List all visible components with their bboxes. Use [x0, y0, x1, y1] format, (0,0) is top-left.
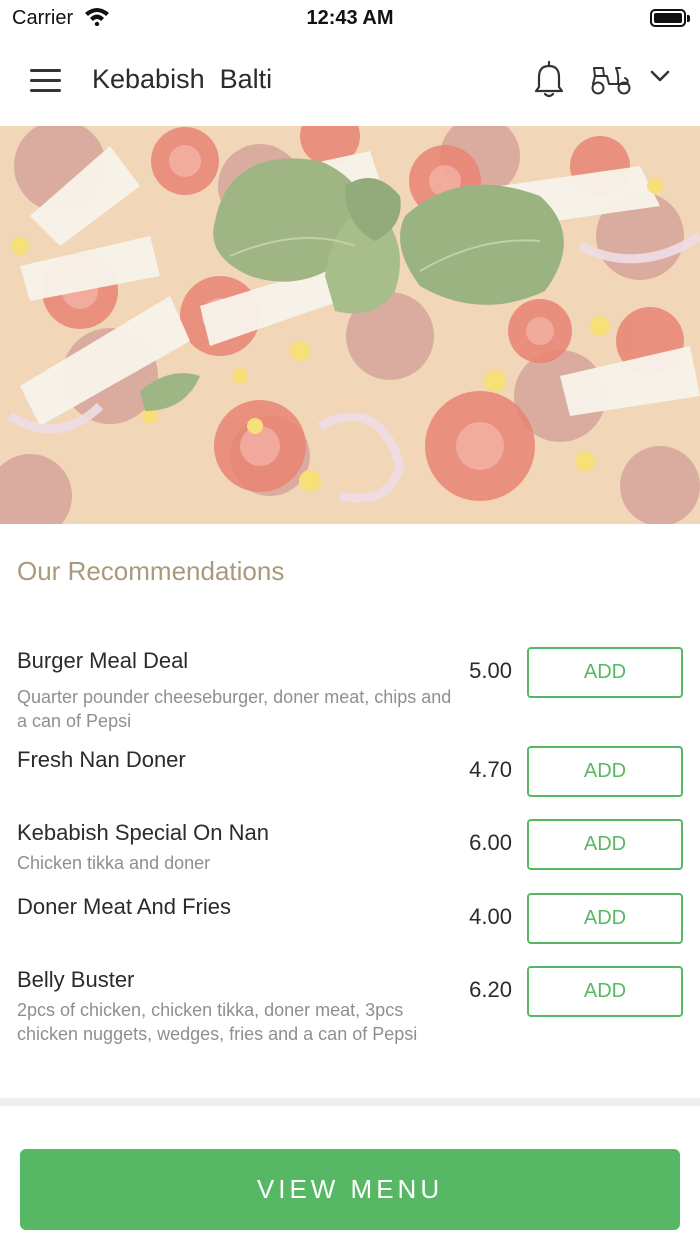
item-price: 4.70 [469, 757, 512, 782]
chevron-down-icon[interactable] [649, 69, 671, 88]
battery-icon [650, 9, 690, 27]
item-name: Burger Meal Deal [17, 648, 189, 673]
app-header: Kebabish Balti [0, 36, 700, 126]
add-button[interactable]: ADD [527, 966, 683, 1017]
recommendations-heading: Our Recommendations [17, 556, 285, 586]
item-name: Doner Meat And Fries [17, 894, 231, 919]
add-button[interactable]: ADD [527, 893, 683, 944]
item-price: 6.00 [469, 830, 512, 855]
item-price: 5.00 [469, 658, 512, 683]
clock: 12:43 AM [306, 7, 394, 29]
item-name: Belly Buster [17, 967, 135, 992]
bell-icon[interactable] [531, 59, 567, 104]
scooter-icon[interactable] [589, 64, 633, 101]
item-name: Kebabish Special On Nan [17, 820, 269, 845]
item-description: Quarter pounder cheeseburger, doner meat… [17, 687, 452, 731]
item-name: Fresh Nan Doner [17, 747, 186, 772]
view-menu-button[interactable]: VIEW MENU [20, 1149, 680, 1230]
item-description: Chicken tikka and doner [17, 853, 211, 873]
item-price: 6.20 [469, 977, 512, 1002]
restaurant-title: Kebabish Balti [92, 64, 273, 94]
status-bar: Carrier 12:43 AM [0, 0, 700, 36]
add-button[interactable]: ADD [527, 819, 683, 870]
add-button[interactable]: ADD [527, 647, 683, 698]
hero-pizza-image [0, 126, 700, 524]
item-price: 4.00 [469, 904, 512, 929]
item-description: 2pcs of chicken, chicken tikka, doner me… [17, 1000, 418, 1044]
section-divider [0, 1098, 700, 1106]
menu-icon[interactable] [30, 69, 62, 93]
add-button[interactable]: ADD [527, 746, 683, 797]
